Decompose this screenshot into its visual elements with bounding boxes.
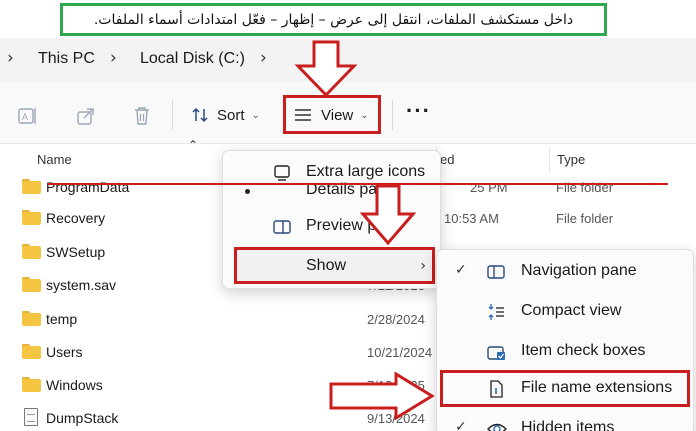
- instruction-banner: داخل مستكشف الملفات، انتقل إلى عرض – إظه…: [60, 3, 607, 36]
- share-icon[interactable]: [75, 105, 97, 127]
- folder-icon: [22, 344, 41, 359]
- file-date: 10:53 AM: [444, 211, 499, 226]
- delete-icon[interactable]: [131, 105, 153, 127]
- folder-icon: [22, 179, 41, 194]
- column-divider[interactable]: [549, 147, 550, 173]
- menu-item-hidden-items[interactable]: ✓ Hidden items: [437, 411, 693, 431]
- checkmark-icon: ✓: [455, 419, 467, 431]
- breadcrumb-this-pc[interactable]: This PC: [38, 50, 95, 68]
- chevron-right-icon: ›: [110, 48, 117, 68]
- file-name: DumpStack: [46, 410, 119, 426]
- file-date: 10/21/2024: [367, 345, 433, 360]
- file-name-extensions-highlight: [440, 370, 690, 407]
- menu-item-navigation-pane[interactable]: ✓ Navigation pane: [437, 254, 693, 290]
- folder-icon: [22, 377, 41, 392]
- navigation-pane-icon: [487, 263, 505, 281]
- file-name: Recovery: [46, 210, 106, 226]
- view-button-highlight: [283, 95, 381, 134]
- folder-icon: [22, 210, 41, 225]
- menu-item-label: Compact view: [521, 302, 622, 319]
- file-name: SWSetup: [46, 244, 106, 260]
- sort-label: Sort: [217, 106, 245, 124]
- chevron-right-icon[interactable]: ›: [260, 48, 267, 68]
- more-options-icon[interactable]: ···: [406, 100, 431, 122]
- show-item-highlight: [234, 247, 435, 284]
- menu-item-label: Item check boxes: [521, 342, 646, 359]
- file-name: ProgramData: [46, 179, 130, 195]
- menu-item-compact-view[interactable]: Compact view: [437, 294, 693, 330]
- file-type: File folder: [556, 211, 614, 226]
- toolbar-divider: [392, 100, 393, 130]
- file-name: Users: [46, 344, 83, 360]
- menu-item-label: Hidden items: [521, 419, 615, 431]
- file-name: system.sav: [46, 277, 117, 293]
- check-box-folder-icon: [487, 343, 505, 361]
- file-name: temp: [46, 311, 78, 327]
- compact-view-icon: [487, 303, 505, 321]
- eye-icon: [487, 420, 507, 431]
- folder-icon: [22, 277, 41, 292]
- folder-icon: [22, 244, 41, 259]
- down-arrow-annotation: [360, 184, 416, 246]
- chevron-right-icon: ›: [7, 48, 14, 68]
- right-arrow-annotation: [329, 372, 435, 420]
- file-name: Windows: [46, 377, 103, 393]
- rename-icon[interactable]: A: [17, 105, 39, 127]
- sort-indicator-icon: ⌃: [188, 138, 199, 152]
- preview-pane-icon: [273, 218, 291, 236]
- file-date: 2/28/2024: [367, 312, 425, 327]
- menu-item-label: Navigation pane: [521, 262, 637, 279]
- down-arrow-annotation: [294, 40, 358, 98]
- svg-text:A: A: [22, 112, 28, 122]
- sort-button[interactable]: Sort ⌄: [191, 101, 260, 129]
- annotation-line: [48, 183, 668, 185]
- instruction-text: داخل مستكشف الملفات، انتقل إلى عرض – إظه…: [93, 11, 574, 28]
- file-icon: [24, 408, 38, 426]
- selected-bullet-icon: [245, 189, 250, 194]
- folder-icon: [22, 311, 41, 326]
- column-header-name[interactable]: Name: [37, 152, 72, 167]
- column-header-date[interactable]: ed: [440, 152, 454, 167]
- sort-icon: [191, 106, 209, 124]
- chevron-down-icon: ⌄: [251, 109, 260, 121]
- toolbar-divider: [172, 100, 173, 130]
- breadcrumb-local-disk[interactable]: Local Disk (C:): [140, 50, 245, 68]
- menu-item-item-check-boxes[interactable]: Item check boxes: [437, 334, 693, 370]
- checkmark-icon: ✓: [455, 262, 467, 278]
- column-header-type[interactable]: Type: [557, 152, 585, 167]
